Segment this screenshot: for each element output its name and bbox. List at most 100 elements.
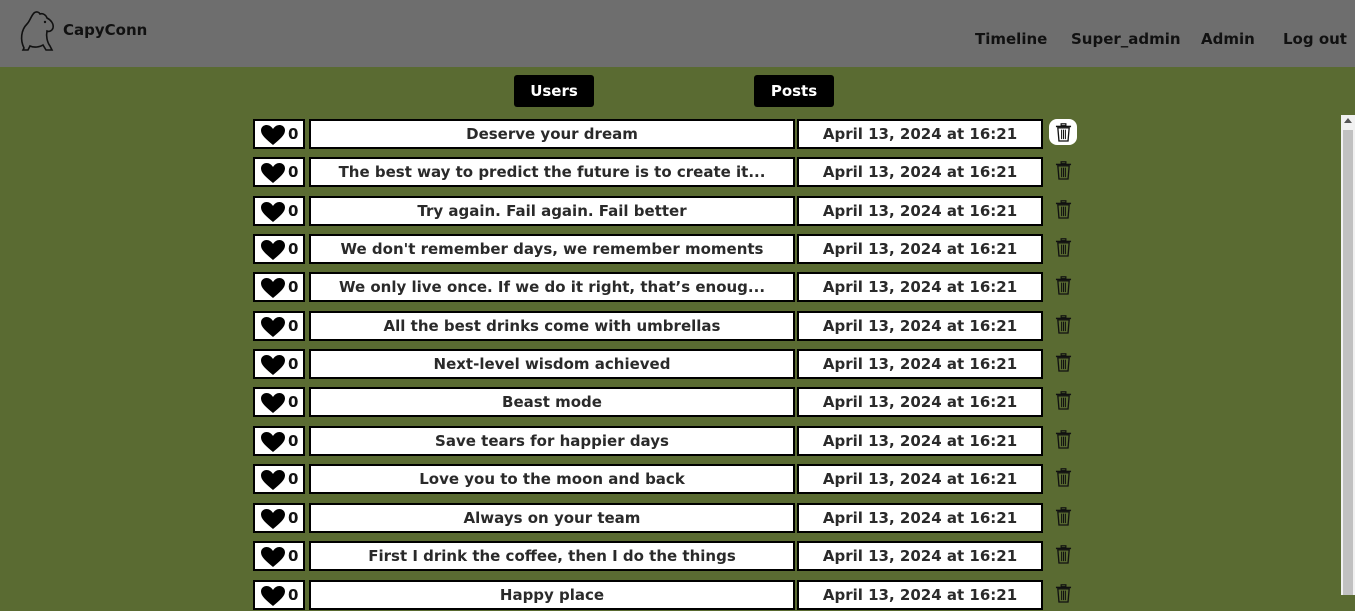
like-box: 0 bbox=[253, 272, 305, 302]
trash-icon bbox=[1055, 314, 1072, 334]
post-date: April 13, 2024 at 16:21 bbox=[797, 503, 1043, 533]
like-box: 0 bbox=[253, 311, 305, 341]
delete-post-button[interactable] bbox=[1049, 349, 1077, 375]
post-row: 0 Always on your team April 13, 2024 at 16… bbox=[253, 503, 1083, 533]
post-date: April 13, 2024 at 16:21 bbox=[797, 157, 1043, 187]
heart-icon[interactable] bbox=[260, 508, 286, 530]
trash-icon bbox=[1055, 275, 1072, 295]
post-date: April 13, 2024 at 16:21 bbox=[797, 272, 1043, 302]
users-tab-button[interactable]: Users bbox=[514, 75, 594, 107]
post-row: 0 All the best drinks come with umbrellas… bbox=[253, 311, 1083, 341]
like-count: 0 bbox=[288, 586, 299, 604]
post-row: 0 Happy place April 13, 2024 at 16:21 bbox=[253, 580, 1083, 610]
brand-name[interactable]: CapyConn bbox=[63, 21, 147, 39]
scrollbar[interactable] bbox=[1341, 115, 1355, 595]
post-title[interactable]: Deserve your dream bbox=[309, 119, 795, 149]
delete-post-button[interactable] bbox=[1049, 234, 1077, 260]
like-count: 0 bbox=[288, 202, 299, 220]
trash-icon bbox=[1055, 160, 1072, 180]
post-date: April 13, 2024 at 16:21 bbox=[797, 349, 1043, 379]
post-title[interactable]: First I drink the coffee, then I do the … bbox=[309, 541, 795, 571]
post-title[interactable]: All the best drinks come with umbrellas bbox=[309, 311, 795, 341]
post-date: April 13, 2024 at 16:21 bbox=[797, 119, 1043, 149]
heart-icon[interactable] bbox=[260, 392, 286, 414]
post-date: April 13, 2024 at 16:21 bbox=[797, 541, 1043, 571]
like-count: 0 bbox=[288, 470, 299, 488]
capybara-logo-icon[interactable] bbox=[18, 10, 58, 52]
post-row: 0 Love you to the moon and back April 13, … bbox=[253, 464, 1083, 494]
nav-log-out[interactable]: Log out bbox=[1283, 30, 1347, 48]
post-title[interactable]: Love you to the moon and back bbox=[309, 464, 795, 494]
nav-admin[interactable]: Admin bbox=[1201, 30, 1255, 48]
post-row: 0 First I drink the coffee, then I do the… bbox=[253, 541, 1083, 571]
delete-post-button[interactable] bbox=[1049, 426, 1077, 452]
post-title[interactable]: Try again. Fail again. Fail better bbox=[309, 196, 795, 226]
delete-post-button[interactable] bbox=[1049, 272, 1077, 298]
like-count: 0 bbox=[288, 317, 299, 335]
delete-post-button[interactable] bbox=[1049, 157, 1077, 183]
heart-icon[interactable] bbox=[260, 277, 286, 299]
like-count: 0 bbox=[288, 547, 299, 565]
post-row: 0 Try again. Fail again. Fail better April… bbox=[253, 196, 1083, 226]
post-row: 0 Next-level wisdom achieved April 13, 202… bbox=[253, 349, 1083, 379]
post-date: April 13, 2024 at 16:21 bbox=[797, 311, 1043, 341]
trash-icon bbox=[1055, 390, 1072, 410]
trash-icon bbox=[1055, 544, 1072, 564]
like-box: 0 bbox=[253, 464, 305, 494]
post-date: April 13, 2024 at 16:21 bbox=[797, 464, 1043, 494]
post-title[interactable]: The best way to predict the future is to… bbox=[309, 157, 795, 187]
like-box: 0 bbox=[253, 426, 305, 456]
scroll-up-arrow-icon[interactable] bbox=[1344, 118, 1352, 123]
heart-icon[interactable] bbox=[260, 162, 286, 184]
posts-tab-button[interactable]: Posts bbox=[754, 75, 834, 107]
post-date: April 13, 2024 at 16:21 bbox=[797, 580, 1043, 610]
post-title[interactable]: Save tears for happier days bbox=[309, 426, 795, 456]
heart-icon[interactable] bbox=[260, 585, 286, 607]
delete-post-button[interactable] bbox=[1049, 387, 1077, 413]
heart-icon[interactable] bbox=[260, 239, 286, 261]
like-box: 0 bbox=[253, 349, 305, 379]
like-box: 0 bbox=[253, 119, 305, 149]
like-box: 0 bbox=[253, 503, 305, 533]
nav-super-admin[interactable]: Super_admin bbox=[1071, 30, 1181, 48]
delete-post-button[interactable] bbox=[1049, 503, 1077, 529]
post-row: 0 We don't remember days, we remember mom… bbox=[253, 234, 1083, 264]
delete-post-button[interactable] bbox=[1049, 541, 1077, 567]
like-box: 0 bbox=[253, 387, 305, 417]
like-box: 0 bbox=[253, 157, 305, 187]
post-row: 0 Deserve your dream April 13, 2024 at 16:… bbox=[253, 119, 1083, 149]
post-date: April 13, 2024 at 16:21 bbox=[797, 426, 1043, 456]
post-date: April 13, 2024 at 16:21 bbox=[797, 387, 1043, 417]
trash-icon bbox=[1055, 467, 1072, 487]
post-title[interactable]: Always on your team bbox=[309, 503, 795, 533]
post-row: 0 The best way to predict the future is t… bbox=[253, 157, 1083, 187]
post-title[interactable]: Next-level wisdom achieved bbox=[309, 349, 795, 379]
heart-icon[interactable] bbox=[260, 431, 286, 453]
delete-post-button[interactable] bbox=[1049, 580, 1077, 606]
like-count: 0 bbox=[288, 240, 299, 258]
delete-post-button[interactable] bbox=[1049, 196, 1077, 222]
heart-icon[interactable] bbox=[260, 316, 286, 338]
heart-icon[interactable] bbox=[260, 546, 286, 568]
heart-icon[interactable] bbox=[260, 201, 286, 223]
like-count: 0 bbox=[288, 355, 299, 373]
post-title[interactable]: Beast mode bbox=[309, 387, 795, 417]
scrollbar-thumb[interactable] bbox=[1343, 130, 1353, 595]
delete-post-button[interactable] bbox=[1049, 464, 1077, 490]
like-box: 0 bbox=[253, 234, 305, 264]
heart-icon[interactable] bbox=[260, 354, 286, 376]
post-title[interactable]: Happy place bbox=[309, 580, 795, 610]
delete-post-button[interactable] bbox=[1049, 119, 1077, 145]
post-date: April 13, 2024 at 16:21 bbox=[797, 234, 1043, 264]
post-date: April 13, 2024 at 16:21 bbox=[797, 196, 1043, 226]
post-title[interactable]: We don't remember days, we remember mome… bbox=[309, 234, 795, 264]
delete-post-button[interactable] bbox=[1049, 311, 1077, 337]
heart-icon[interactable] bbox=[260, 469, 286, 491]
post-title[interactable]: We only live once. If we do it right, th… bbox=[309, 272, 795, 302]
heart-icon[interactable] bbox=[260, 124, 286, 146]
like-count: 0 bbox=[288, 163, 299, 181]
trash-icon bbox=[1055, 583, 1072, 603]
like-count: 0 bbox=[288, 278, 299, 296]
nav-timeline[interactable]: Timeline bbox=[975, 30, 1047, 48]
post-row: 0 Save tears for happier days April 13, 20… bbox=[253, 426, 1083, 456]
